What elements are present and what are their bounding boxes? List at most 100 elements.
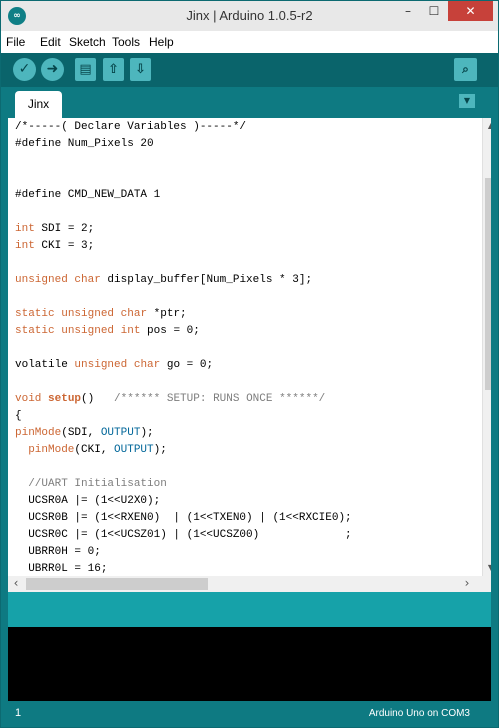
arduino-ide-window: ∞ Jinx | Arduino 1.0.5-r2 – ☐ ✕ File Edi… <box>0 0 499 728</box>
code-token: (SDI, <box>61 427 101 439</box>
code-line[interactable]: unsigned char display_buffer[Num_Pixels … <box>15 272 352 289</box>
code-line[interactable] <box>15 374 352 391</box>
code-line[interactable]: UBRR0L = 16; <box>15 561 352 576</box>
code-line[interactable] <box>15 289 352 306</box>
code-line[interactable]: /*-----( Declare Variables )-----*/ <box>15 119 352 136</box>
code-token: static <box>15 325 55 337</box>
board-port-info: Arduino Uno on COM3 <box>368 708 470 719</box>
menu-sketch[interactable]: Sketch <box>69 35 106 49</box>
menu-edit[interactable]: Edit <box>40 35 61 49</box>
tab-bar: Jinx ▼ <box>1 87 498 118</box>
scroll-left-icon[interactable]: ‹ <box>8 576 24 592</box>
code-token: OUTPUT <box>114 444 154 456</box>
code-token: UCSR0B |= (1<<RXEN0) | (1<<TXEN0) | (1<<… <box>15 512 352 524</box>
upload-button[interactable]: ➜ <box>41 58 64 81</box>
code-token: #define CMD_NEW_DATA 1 <box>15 189 161 201</box>
code-token: unsigned <box>61 308 115 320</box>
menu-help[interactable]: Help <box>149 35 174 49</box>
tab-menu-button[interactable]: ▼ <box>459 94 475 108</box>
code-token: display_buffer[Num_Pixels * 3]; <box>100 274 313 286</box>
tab-jinx[interactable]: Jinx <box>15 91 62 118</box>
code-text[interactable]: /*-----( Declare Variables )-----*/ #defi… <box>15 119 352 576</box>
code-line[interactable] <box>15 459 352 476</box>
code-token: volatile <box>15 359 75 371</box>
maximize-button[interactable]: ☐ <box>421 1 447 21</box>
arrow-right-icon: ➜ <box>46 61 59 77</box>
code-token: int <box>120 325 141 337</box>
code-line[interactable] <box>15 170 352 187</box>
code-token: *ptr; <box>147 308 187 320</box>
code-line[interactable]: pinMode(SDI, OUTPUT); <box>15 425 352 442</box>
code-token: int <box>15 223 35 235</box>
magnifier-icon: ⌕ <box>462 62 469 76</box>
code-token: int <box>15 240 35 252</box>
triangle-down-icon: ▼ <box>463 96 471 105</box>
code-line[interactable]: static unsigned char *ptr; <box>15 306 352 323</box>
save-sketch-button[interactable]: ⇩ <box>130 58 151 81</box>
code-line[interactable]: volatile unsigned char go = 0; <box>15 357 352 374</box>
code-token: #define Num_Pixels 20 <box>15 138 154 150</box>
menu-tools[interactable]: Tools <box>112 35 140 49</box>
code-token: unsigned <box>61 325 115 337</box>
code-token: //UART Initialisation <box>28 478 167 490</box>
code-token: (CKI, <box>74 444 115 456</box>
serial-monitor-button[interactable]: ⌕ <box>454 58 477 81</box>
code-line[interactable]: int CKI = 3; <box>15 238 352 255</box>
code-line[interactable]: UBRR0H = 0; <box>15 544 352 561</box>
code-line[interactable] <box>15 255 352 272</box>
arrow-up-icon: ⇧ <box>108 62 119 77</box>
scrollbar-corner <box>475 576 491 592</box>
code-token: unsigned <box>15 274 68 286</box>
code-line[interactable]: int SDI = 2; <box>15 221 352 238</box>
horizontal-scroll-thumb[interactable] <box>26 578 208 590</box>
code-line[interactable]: //UART Initialisation <box>15 476 352 493</box>
close-button[interactable]: ✕ <box>448 1 493 21</box>
line-number: 1 <box>15 707 22 719</box>
code-token: unsigned <box>74 359 128 371</box>
code-line[interactable]: UCSR0A |= (1<<U2X0); <box>15 493 352 510</box>
code-token: char <box>120 308 148 320</box>
code-line[interactable]: { <box>15 408 352 425</box>
code-token: CKI = 3; <box>34 240 95 252</box>
code-line[interactable]: void setup() /****** SETUP: RUNS ONCE **… <box>15 391 352 408</box>
code-token: static <box>15 308 55 320</box>
horizontal-scrollbar[interactable]: ‹ › <box>8 576 475 592</box>
menu-file[interactable]: File <box>6 35 25 49</box>
console-output[interactable] <box>8 627 491 701</box>
code-line[interactable]: static unsigned int pos = 0; <box>15 323 352 340</box>
code-line[interactable]: #define Num_Pixels 20 <box>15 136 352 153</box>
code-line[interactable]: UCSR0C |= (1<<UCSZ01) | (1<<UCSZ00) ; <box>15 527 351 544</box>
code-line[interactable]: #define CMD_NEW_DATA 1 <box>15 187 352 204</box>
arrow-down-icon: ⇩ <box>135 62 146 77</box>
minimize-button[interactable]: – <box>395 1 421 21</box>
scroll-down-icon[interactable]: ▼ <box>483 560 491 576</box>
code-line[interactable]: UCSR0B |= (1<<RXEN0) | (1<<TXEN0) | (1<<… <box>15 510 352 527</box>
vertical-scrollbar[interactable]: ▲ ▼ <box>482 118 491 576</box>
code-line[interactable] <box>15 204 352 221</box>
code-token: char <box>133 359 161 371</box>
code-token: OUTPUT <box>100 427 141 439</box>
code-token: SDI = 2; <box>34 223 95 235</box>
scroll-right-icon[interactable]: › <box>459 576 475 592</box>
code-token: UBRR0L = 16; <box>15 563 108 575</box>
code-token: setup <box>48 393 82 405</box>
menu-bar: File Edit Sketch Tools Help <box>1 31 498 53</box>
new-sketch-button[interactable]: ▤ <box>75 58 96 81</box>
code-line[interactable] <box>15 340 352 357</box>
verify-button[interactable]: ✓ <box>13 58 36 81</box>
open-sketch-button[interactable]: ⇧ <box>103 58 124 81</box>
code-token: /****** SETUP: RUNS ONCE ******/ <box>114 393 326 405</box>
code-token: ); <box>140 427 154 439</box>
vertical-scroll-thumb[interactable] <box>485 178 491 390</box>
code-line[interactable]: pinMode(CKI, OUTPUT); <box>15 442 352 459</box>
title-bar[interactable]: ∞ Jinx | Arduino 1.0.5-r2 – ☐ ✕ <box>1 1 498 31</box>
code-token: () <box>81 393 115 405</box>
code-line[interactable] <box>15 153 352 170</box>
code-token: char <box>74 274 101 286</box>
scroll-up-icon[interactable]: ▲ <box>483 118 491 134</box>
code-token: pinMode <box>28 444 75 456</box>
code-editor[interactable]: /*-----( Declare Variables )-----*/ #defi… <box>8 118 491 576</box>
